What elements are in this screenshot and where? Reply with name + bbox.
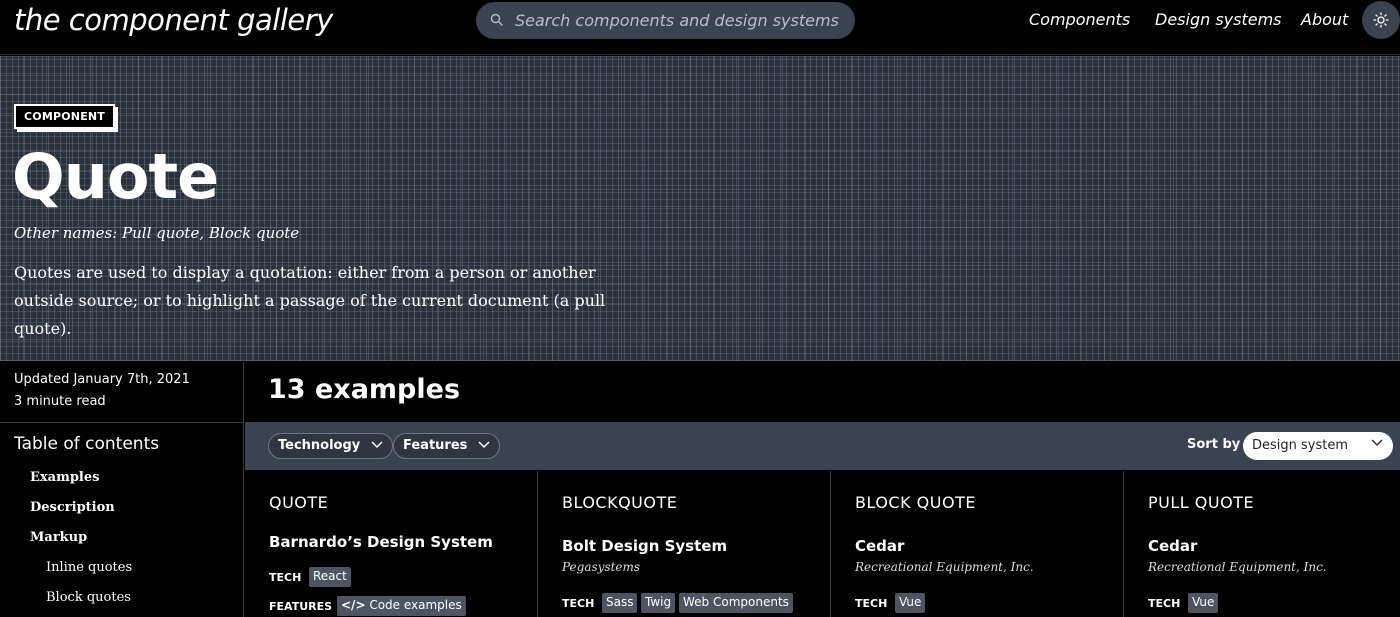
filter-label: Features [403, 438, 468, 453]
toc-item-description[interactable]: Description [30, 500, 115, 515]
nav-about[interactable]: About [1301, 10, 1348, 29]
site-logo[interactable]: the component gallery [14, 3, 333, 37]
chevron-down-icon [371, 441, 383, 449]
code-icon: </> [341, 598, 366, 612]
features-filter-button[interactable]: Features [393, 433, 500, 459]
chevron-down-icon [1371, 439, 1383, 447]
read-time: 3 minute read [14, 394, 106, 409]
divider [0, 422, 244, 423]
tech-tag: Sass [602, 593, 638, 613]
card-tech-label: TECH [855, 597, 888, 610]
card-organization: Recreational Equipment, Inc. [855, 560, 1034, 574]
top-bar: the component gallery Search components … [0, 0, 1400, 55]
card-component-name: BLOCK QUOTE [855, 493, 976, 512]
hero-section: COMPONENT Quote Other names: Pull quote,… [0, 56, 1400, 361]
technology-filter-button[interactable]: Technology [268, 433, 393, 459]
card-tech-label: TECH [1148, 597, 1181, 610]
card-design-system[interactable]: Bolt Design System [562, 537, 727, 555]
card-design-system[interactable]: Cedar [855, 537, 904, 555]
tech-tag: React [309, 567, 351, 587]
sort-value: Design system [1252, 438, 1349, 453]
page-title: Quote [12, 140, 219, 213]
card-tech-label: TECH [562, 597, 595, 610]
example-card[interactable]: PULL QUOTE Cedar Recreational Equipment,… [1124, 471, 1400, 617]
example-card[interactable]: QUOTE Barnardo’s Design System TECH Reac… [245, 471, 538, 617]
tech-tag: Twig [641, 593, 676, 613]
card-design-system[interactable]: Barnardo’s Design System [269, 533, 493, 551]
example-card[interactable]: BLOCKQUOTE Bolt Design System Pegasystem… [538, 471, 831, 617]
toc-item-block-quotes[interactable]: Block quotes [46, 590, 131, 605]
tech-tag: Web Components [679, 593, 793, 613]
sun-icon [1373, 12, 1389, 28]
filter-bar: Technology Features Sort by Design syste… [245, 422, 1400, 470]
toc-item-inline-quotes[interactable]: Inline quotes [46, 560, 132, 575]
theme-toggle-button[interactable] [1362, 1, 1400, 39]
feature-tag: </> Code examples [337, 596, 466, 616]
card-design-system[interactable]: Cedar [1148, 537, 1197, 555]
card-component-name: QUOTE [269, 493, 329, 512]
tech-tag: Vue [895, 593, 926, 613]
sidebar: Updated January 7th, 2021 3 minute read … [0, 362, 244, 617]
card-component-name: BLOCKQUOTE [562, 493, 678, 512]
nav-components[interactable]: Components [1029, 10, 1130, 29]
nav-design-systems[interactable]: Design systems [1155, 10, 1282, 29]
toc-item-examples[interactable]: Examples [30, 470, 99, 485]
tech-tag: Vue [1188, 593, 1219, 613]
search-placeholder: Search components and design systems [515, 11, 839, 30]
sort-label: Sort by [1187, 437, 1241, 452]
sort-select[interactable]: Design system [1243, 432, 1393, 460]
examples-count: 13 examples [268, 374, 461, 405]
updated-date: Updated January 7th, 2021 [14, 372, 190, 387]
card-organization: Recreational Equipment, Inc. [1148, 560, 1327, 574]
component-badge: COMPONENT [14, 104, 116, 129]
card-features-label: FEATURES [269, 600, 333, 613]
other-names: Other names: Pull quote, Block quote [14, 224, 300, 242]
filter-label: Technology [278, 438, 361, 453]
card-component-name: PULL QUOTE [1148, 493, 1255, 512]
card-organization: Pegasystems [562, 560, 641, 574]
card-tech-label: TECH [269, 571, 302, 584]
page-description: Quotes are used to display a quotation: … [14, 263, 606, 338]
example-card[interactable]: BLOCK QUOTE Cedar Recreational Equipment… [831, 471, 1124, 617]
chevron-down-icon [478, 441, 490, 449]
feature-tag-label: Code examples [369, 598, 462, 612]
toc-item-markup[interactable]: Markup [30, 530, 87, 545]
search-icon [490, 13, 503, 26]
examples-header: 13 examples [245, 362, 1400, 422]
search-input[interactable]: Search components and design systems [476, 2, 855, 39]
toc-title: Table of contents [14, 434, 160, 454]
